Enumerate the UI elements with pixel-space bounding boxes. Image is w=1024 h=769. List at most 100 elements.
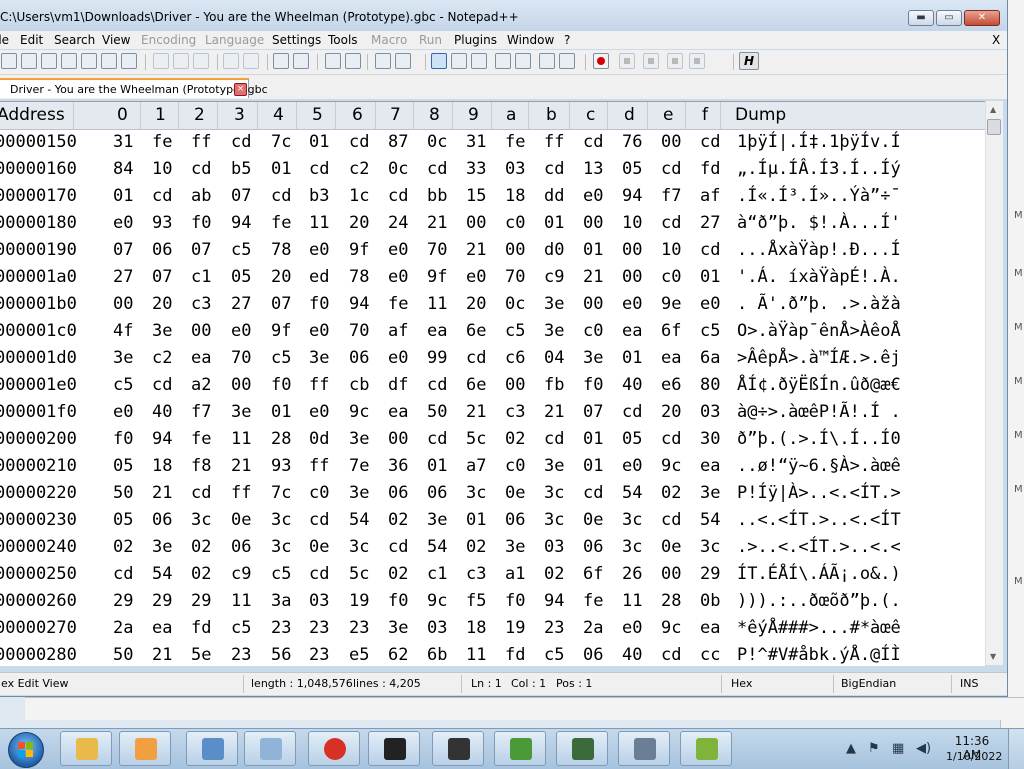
hex-byte[interactable]: 0c: [427, 129, 447, 156]
hex-byte[interactable]: 01: [113, 183, 133, 210]
hex-byte[interactable]: cd: [309, 561, 329, 588]
hex-byte[interactable]: 15: [466, 183, 486, 210]
cut-icon[interactable]: [153, 53, 169, 69]
hex-byte[interactable]: 21: [466, 399, 486, 426]
hex-byte[interactable]: 05: [113, 453, 133, 480]
hex-byte[interactable]: 18: [466, 615, 486, 642]
hex-byte[interactable]: 3e: [231, 399, 251, 426]
hex-byte[interactable]: 29: [113, 588, 133, 615]
hex-byte[interactable]: 3e: [544, 291, 564, 318]
hex-byte[interactable]: ff: [309, 453, 329, 480]
hex-byte[interactable]: c0: [505, 210, 525, 237]
hex-byte[interactable]: 02: [661, 480, 681, 507]
zoom-out-icon[interactable]: [345, 53, 361, 69]
hex-byte[interactable]: 70: [505, 264, 525, 291]
network-icon[interactable]: ▦: [892, 741, 904, 756]
menu-[interactable]: ?: [564, 33, 570, 47]
hex-byte[interactable]: dd: [544, 183, 564, 210]
row-dump[interactable]: *êýÅ###>...#*àœê: [737, 615, 901, 642]
taskbar-notepadpp-button[interactable]: [680, 731, 732, 766]
hex-byte[interactable]: 03: [544, 534, 564, 561]
hex-byte[interactable]: 02: [505, 426, 525, 453]
hex-byte[interactable]: c1: [427, 561, 447, 588]
hex-byte[interactable]: 0b: [700, 588, 720, 615]
maximize-button[interactable]: ▭: [936, 10, 962, 26]
hex-byte[interactable]: 00: [583, 210, 603, 237]
hex-byte[interactable]: 07: [152, 264, 172, 291]
hex-byte[interactable]: fe: [191, 426, 211, 453]
print-icon[interactable]: [121, 53, 137, 69]
menu-settings[interactable]: Settings: [272, 33, 321, 47]
hex-byte[interactable]: 07: [583, 399, 603, 426]
hex-byte[interactable]: 03: [700, 399, 720, 426]
hex-byte[interactable]: e0: [622, 291, 642, 318]
hex-byte[interactable]: 01: [271, 399, 291, 426]
hex-byte[interactable]: c5: [231, 237, 251, 264]
hex-byte[interactable]: 3c: [466, 480, 486, 507]
hex-byte[interactable]: 00: [466, 210, 486, 237]
hex-byte[interactable]: ea: [427, 318, 447, 345]
hex-byte[interactable]: 70: [427, 237, 447, 264]
hex-byte[interactable]: 10: [622, 210, 642, 237]
hex-byte[interactable]: 0e: [583, 507, 603, 534]
clock-date[interactable]: 1/10/2022: [946, 750, 1002, 763]
hex-byte[interactable]: 06: [349, 345, 369, 372]
save-all-icon[interactable]: [61, 53, 77, 69]
hex-byte[interactable]: e0: [388, 264, 408, 291]
hex-byte[interactable]: f0: [583, 372, 603, 399]
find-icon[interactable]: [273, 53, 289, 69]
hex-byte[interactable]: c6: [505, 345, 525, 372]
hex-byte[interactable]: f5: [466, 588, 486, 615]
hex-byte[interactable]: fd: [191, 615, 211, 642]
hex-byte[interactable]: cd: [466, 345, 486, 372]
menu-ile[interactable]: ile: [0, 33, 9, 47]
hex-byte[interactable]: e0: [309, 318, 329, 345]
hex-byte[interactable]: 3e: [544, 453, 564, 480]
hex-byte[interactable]: 01: [427, 453, 447, 480]
hex-byte[interactable]: 21: [152, 480, 172, 507]
hex-byte[interactable]: f7: [191, 399, 211, 426]
row-dump[interactable]: 1þÿÍ|.Í‡.1þÿÍv.Í: [737, 129, 901, 156]
menu-language[interactable]: Language: [205, 33, 264, 47]
hex-byte[interactable]: 03: [309, 588, 329, 615]
hex-byte[interactable]: ff: [191, 129, 211, 156]
hex-byte[interactable]: cd: [388, 183, 408, 210]
row-dump[interactable]: P!Íÿ|À>..<.<ÍT.>: [737, 480, 901, 507]
hex-byte[interactable]: 0d: [309, 426, 329, 453]
hex-byte[interactable]: 19: [505, 615, 525, 642]
hex-byte[interactable]: e0: [388, 345, 408, 372]
row-dump[interactable]: .>..<.<ÍT.>..<.<: [737, 534, 901, 561]
hex-byte[interactable]: 80: [700, 372, 720, 399]
hex-byte[interactable]: 3e: [583, 345, 603, 372]
show-hidden-icons-icon[interactable]: ▲: [846, 741, 856, 756]
hex-byte[interactable]: 50: [113, 480, 133, 507]
taskbar-control-panel-button[interactable]: [186, 731, 238, 766]
hex-byte[interactable]: 70: [231, 345, 251, 372]
hex-byte[interactable]: f0: [271, 372, 291, 399]
replace-icon[interactable]: [293, 53, 309, 69]
hex-byte[interactable]: 3e: [349, 480, 369, 507]
folder-workspace-icon[interactable]: [539, 53, 555, 69]
hex-byte[interactable]: 01: [583, 453, 603, 480]
menu-plugins[interactable]: Plugins: [454, 33, 497, 47]
hex-byte[interactable]: 23: [231, 642, 251, 666]
hex-byte[interactable]: 3e: [544, 318, 564, 345]
hex-byte[interactable]: 0e: [231, 507, 251, 534]
row-dump[interactable]: ð”þ.(.>.Í\.Í..Í0: [737, 426, 901, 453]
hex-byte[interactable]: 0e: [309, 534, 329, 561]
hex-byte[interactable]: ea: [152, 615, 172, 642]
hex-byte[interactable]: 94: [231, 210, 251, 237]
hex-byte[interactable]: 6e: [466, 318, 486, 345]
hex-byte[interactable]: 13: [583, 156, 603, 183]
hex-byte[interactable]: fe: [388, 291, 408, 318]
hex-byte[interactable]: 06: [152, 237, 172, 264]
hex-byte[interactable]: cd: [309, 156, 329, 183]
hex-row[interactable]: 00000210 05 18 f8 21 93 ff 7e 36 01 a7 c0 3e 01 e0 9c ea…: [0, 453, 985, 480]
hex-byte[interactable]: 07: [113, 237, 133, 264]
hex-byte[interactable]: 3a: [271, 588, 291, 615]
hex-byte[interactable]: 54: [349, 507, 369, 534]
hex-byte[interactable]: 6e: [466, 372, 486, 399]
hex-row[interactable]: 000001c0 4f 3e 00 e0 9f e0 70 af ea 6e c5 3e c0 ea 6f c5…: [0, 318, 985, 345]
hex-editor-view[interactable]: Address 0 1 2 3 4 5 6 7 8 9 a b c d e f Dump 00000150 31 fe…: [0, 101, 985, 666]
hex-byte[interactable]: e0: [388, 237, 408, 264]
